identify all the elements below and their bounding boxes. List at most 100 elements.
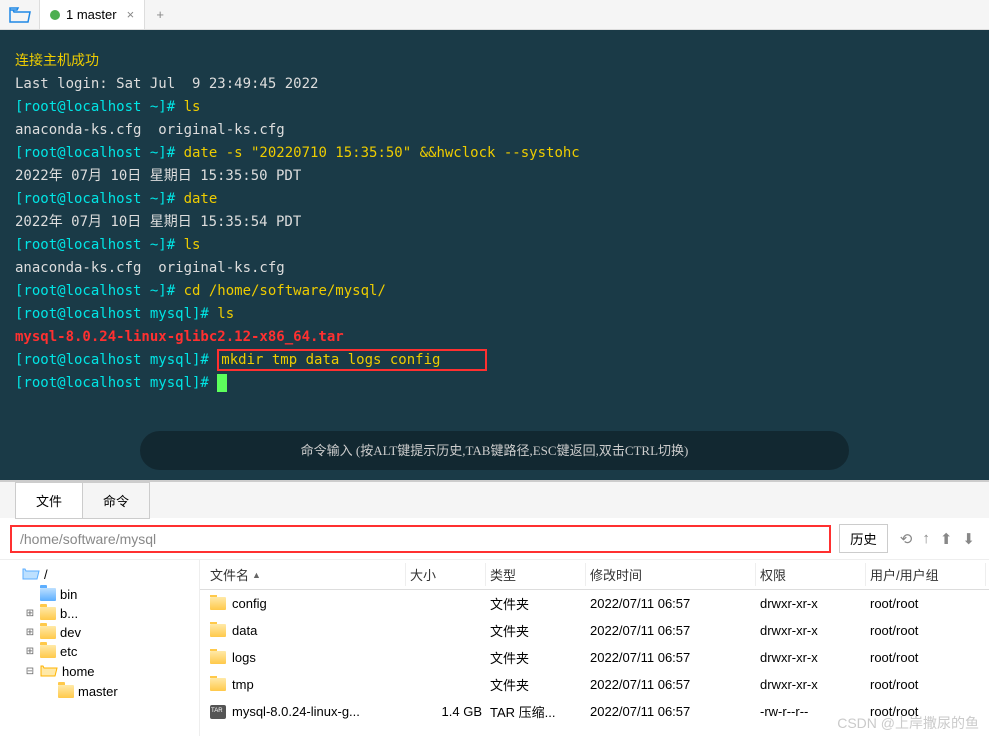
cmd: ls (184, 99, 201, 115)
prompt: [root@localhost ~]# (15, 99, 184, 115)
col-type[interactable]: 类型 (486, 563, 586, 586)
up-icon[interactable]: ↑ (918, 528, 934, 550)
prompt: [root@localhost mysql]# (15, 352, 217, 368)
file-size (406, 630, 486, 632)
tree-label: dev (60, 625, 81, 640)
history-button[interactable]: 历史 (839, 524, 888, 553)
folder-icon (210, 624, 226, 637)
file-row[interactable]: logs文件夹2022/07/11 06:57drwxr-xr-xroot/ro… (200, 644, 989, 671)
upload-icon[interactable]: ⬆ (936, 528, 957, 550)
output: anaconda-ks.cfg original-ks.cfg (15, 260, 285, 276)
col-mtime[interactable]: 修改时间 (586, 563, 756, 586)
tree-label: b... (60, 606, 78, 621)
cmd: ls (217, 306, 234, 322)
folder-icon (40, 607, 56, 620)
prompt: [root@localhost ~]# (15, 237, 184, 253)
archive-icon (210, 705, 226, 719)
file-row[interactable]: data 文件夹2022/07/11 06:57drwxr-xr-xroot/ro… (200, 617, 989, 644)
file-row[interactable]: tmp文件夹2022/07/11 06:57drwxr-xr-xroot/roo… (200, 671, 989, 698)
file-perm: drwxr-xr-x (756, 676, 866, 693)
folder-open-icon (40, 663, 58, 680)
file-size (406, 684, 486, 686)
command-hint: 命令输入 (按ALT键提示历史,TAB键路径,ESC键返回,双击CTRL切换) (140, 431, 849, 470)
file-size: 1.4 GB (406, 703, 486, 720)
prompt: [root@localhost mysql]# (15, 306, 217, 322)
add-tab-button[interactable]: + (145, 0, 175, 29)
folder-icon (210, 678, 226, 691)
tree-item[interactable]: ⊟ home (2, 661, 197, 682)
path-input[interactable] (10, 525, 831, 553)
tree-label: bin (60, 587, 77, 602)
file-owner: root/root (866, 676, 986, 693)
connect-success: 连接主机成功 (15, 53, 99, 69)
folder-icon (210, 597, 226, 610)
expand-icon[interactable]: ⊞ (24, 627, 36, 638)
cmd: ls (184, 237, 201, 253)
terminal[interactable]: 连接主机成功 Last login: Sat Jul 9 23:49:45 20… (0, 30, 989, 480)
file-perm: drwxr-xr-x (756, 622, 866, 639)
file-list: 文件名 ▲ 大小 类型 修改时间 权限 用户/用户组 config文件夹2022… (200, 560, 989, 736)
cursor (217, 374, 227, 392)
file-mtime: 2022/07/11 06:57 (586, 622, 756, 639)
file-name: config (232, 596, 267, 611)
col-name[interactable]: 文件名 ▲ (206, 563, 406, 586)
folder-icon (210, 651, 226, 664)
file-perm: drwxr-xr-x (756, 595, 866, 612)
open-folder-button[interactable] (0, 0, 40, 29)
cmd-mkdir: mkdir tmp data logs config (221, 352, 440, 368)
tree-item[interactable]: / (2, 564, 197, 585)
tree-item[interactable]: ⊞ dev (2, 623, 197, 642)
tree-item[interactable]: ⊞ b... (2, 604, 197, 623)
refresh-icon[interactable]: ⟲ (896, 528, 917, 550)
tree-item[interactable]: bin (2, 585, 197, 604)
file-row[interactable]: config文件夹2022/07/11 06:57drwxr-xr-xroot/… (200, 590, 989, 617)
output: anaconda-ks.cfg original-ks.cfg (15, 122, 285, 138)
tree-label: master (78, 684, 118, 699)
tree-item[interactable]: master (2, 682, 197, 701)
file-mtime: 2022/07/11 06:57 (586, 676, 756, 693)
tree-label: / (44, 567, 48, 582)
file-mtime: 2022/07/11 06:57 (586, 595, 756, 612)
tab-command[interactable]: 命令 (82, 482, 150, 519)
file-type: 文件夹 (486, 647, 586, 668)
prompt: [root@localhost ~]# (15, 283, 184, 299)
file-size (406, 603, 486, 605)
folder-icon (40, 626, 56, 639)
cmd: cd /home/software/mysql/ (184, 283, 386, 299)
session-tab[interactable]: 1 master × (40, 0, 145, 29)
col-owner[interactable]: 用户/用户组 (866, 563, 986, 586)
expand-icon[interactable]: ⊞ (24, 646, 36, 657)
file-size (406, 657, 486, 659)
last-login: Last login: Sat Jul 9 23:49:45 2022 (15, 76, 318, 92)
col-perm[interactable]: 权限 (756, 563, 866, 586)
tree-label: etc (60, 644, 77, 659)
cmd: date (184, 191, 218, 207)
prompt: [root@localhost mysql]# (15, 375, 217, 391)
file-mtime: 2022/07/11 06:57 (586, 703, 756, 720)
download-icon[interactable]: ⬇ (958, 528, 979, 550)
folder-icon (40, 588, 56, 601)
expand-icon[interactable]: ⊟ (24, 666, 36, 677)
expand-icon[interactable]: ⊞ (24, 608, 36, 619)
col-size[interactable]: 大小 (406, 563, 486, 586)
tar-file-line: mysql-8.0.24-linux-glibc2.12-x86_64.tar (15, 329, 344, 345)
tab-file[interactable]: 文件 (15, 482, 83, 519)
file-type: TAR 压缩... (486, 701, 586, 722)
cmd: date -s "20220710 15:35:50" &&hwclock --… (184, 145, 580, 161)
file-name: mysql-8.0.24-linux-g... (232, 704, 360, 719)
output: 2022年 07月 10日 星期日 15:35:54 PDT (15, 214, 301, 230)
file-type: 文件夹 (486, 620, 586, 641)
watermark: CSDN @上岸撒尿的鱼 (837, 713, 979, 733)
close-tab-icon[interactable]: × (127, 7, 135, 22)
folder-tree: / bin ⊞ b... ⊞ dev ⊞ etc ⊟ home master (0, 560, 200, 736)
output: 2022年 07月 10日 星期日 15:35:50 PDT (15, 168, 301, 184)
tab-label: 1 master (66, 7, 117, 22)
tree-item[interactable]: ⊞ etc (2, 642, 197, 661)
file-type: 文件夹 (486, 593, 586, 614)
folder-open-icon (22, 566, 40, 583)
file-name: data (232, 623, 257, 638)
file-name: tmp (232, 677, 254, 692)
tree-label: home (62, 664, 95, 679)
folder-icon (58, 685, 74, 698)
file-owner: root/root (866, 622, 986, 639)
